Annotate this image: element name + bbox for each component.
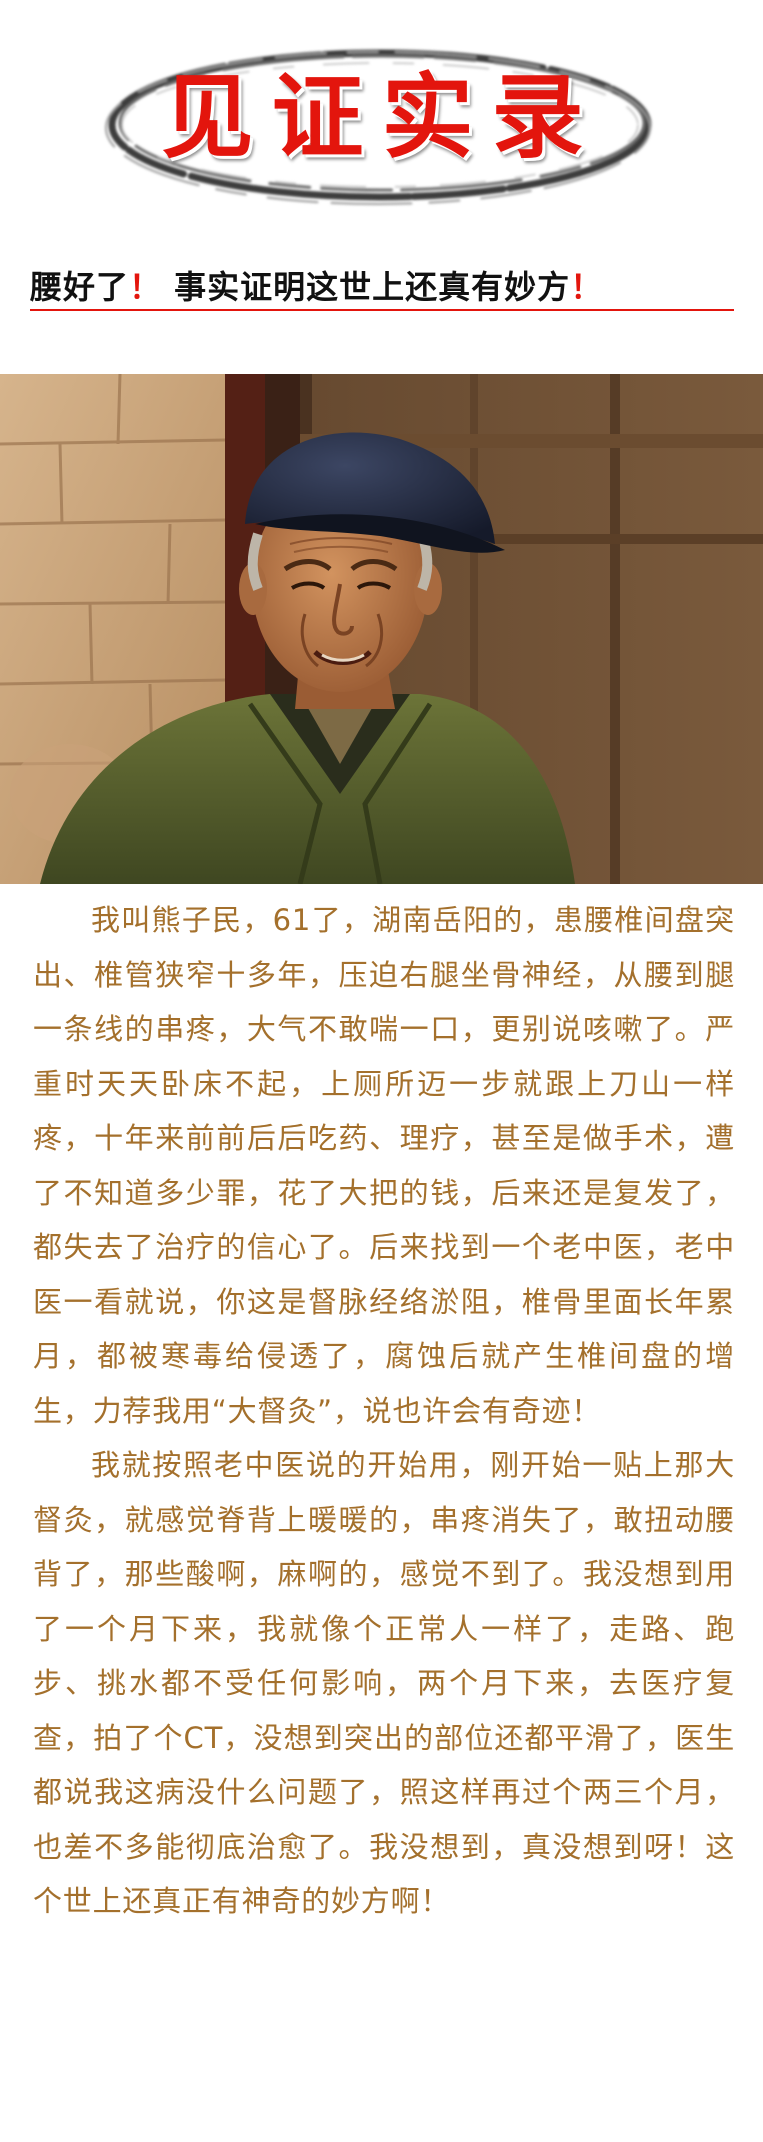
testimonial-story: 我叫熊子民，61了，湖南岳阳的，患腰椎间盘突出、椎管狭窄十多年，压迫右腿坐骨神经… xyxy=(33,893,735,1929)
headline: 腰好了！ 事实证明这世上还真有妙方！ xyxy=(30,262,734,308)
headline-underline xyxy=(30,309,734,311)
testimonial-photo xyxy=(0,374,763,884)
elderly-man-portrait xyxy=(0,374,763,884)
headline-part1: 腰好了 xyxy=(30,268,130,306)
headline-exclamation-1: ！ xyxy=(129,268,163,306)
headline-exclamation-2: ！ xyxy=(570,268,604,306)
banner-title: 见证实录 xyxy=(161,63,602,171)
story-paragraph-2: 我就按照老中医说的开始用，刚开始一贴上那大督灸，就感觉脊背上暖暖的，串疼消失了，… xyxy=(33,1448,735,1918)
story-paragraph-1: 我叫熊子民，61了，湖南岳阳的，患腰椎间盘突出、椎管狭窄十多年，压迫右腿坐骨神经… xyxy=(33,903,735,1428)
header-banner: 见证实录 xyxy=(0,0,763,230)
headline-part2: 事实证明这世上还真有妙方 xyxy=(162,268,571,306)
